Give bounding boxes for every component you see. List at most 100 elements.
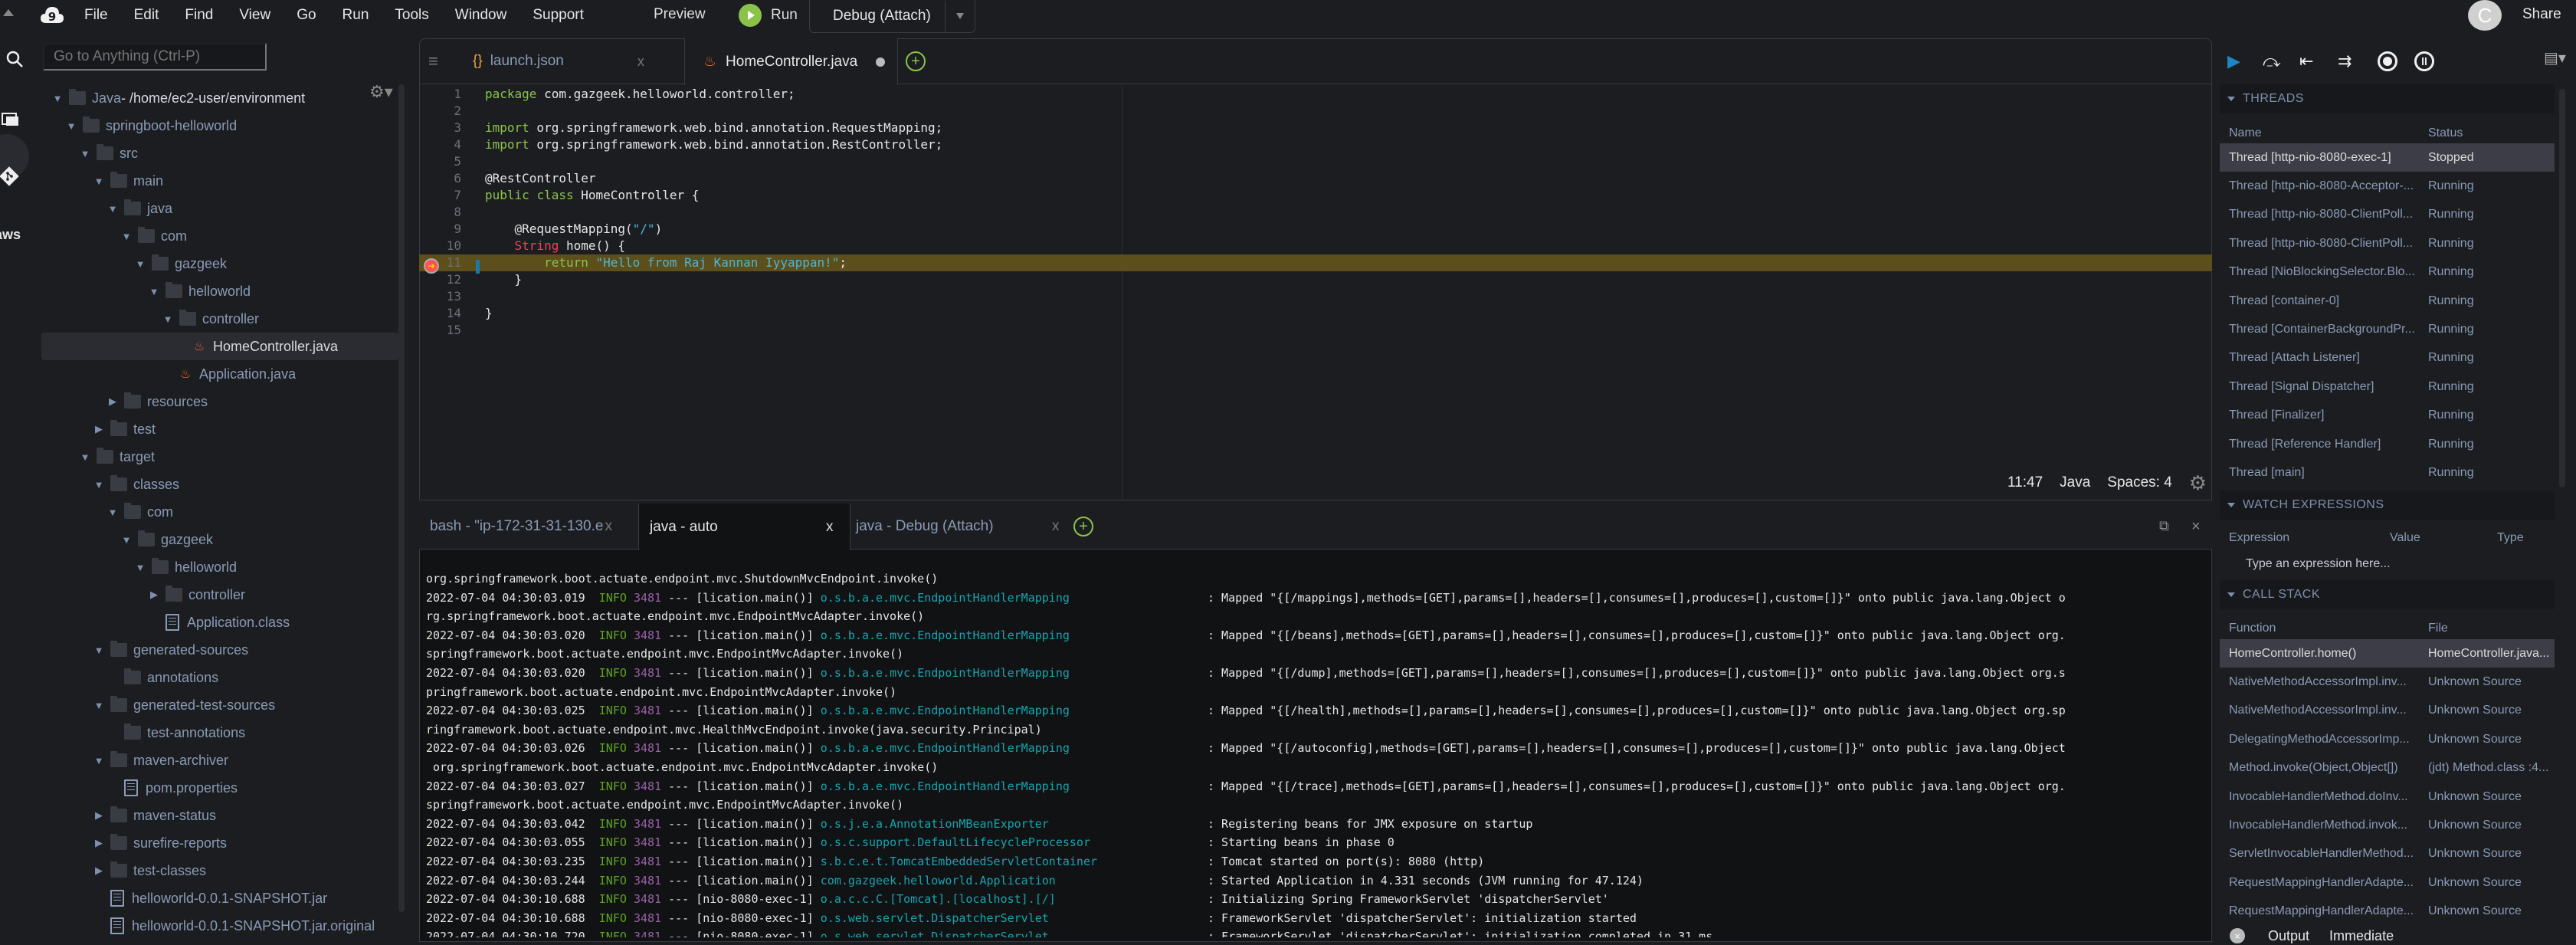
preview-button[interactable]: Preview — [654, 6, 706, 23]
goto-anything-input[interactable] — [43, 43, 267, 71]
tree-item[interactable]: ▼ gazgeek — [41, 250, 398, 277]
code-line[interactable]: 8 — [419, 204, 2212, 221]
tab-launch-json[interactable]: {} launch.json x — [473, 38, 703, 84]
line-number[interactable]: 12 — [419, 271, 461, 288]
tab-homecontroller-java[interactable]: ♨ HomeController.java — [684, 38, 898, 85]
code-line[interactable]: 12 } — [419, 271, 2212, 288]
new-tab-button[interactable]: + — [896, 38, 926, 84]
tree-item[interactable]: ▼ helloworld — [41, 277, 398, 305]
maximize-panel-icon[interactable]: ⧉ — [2159, 518, 2169, 534]
folder-icon[interactable] — [0, 103, 26, 134]
chevron-right-icon[interactable]: ▶ — [92, 423, 106, 435]
line-number[interactable]: 2 — [419, 103, 461, 120]
pause-icon[interactable]: ll — [2414, 51, 2434, 71]
chevron-right-icon[interactable]: ▶ — [92, 865, 106, 877]
chevron-right-icon[interactable]: ▶ — [147, 589, 161, 601]
code-line[interactable]: 2 — [419, 103, 2212, 120]
tree-item[interactable]: annotations — [41, 664, 398, 691]
column-header[interactable]: Function — [2229, 622, 2424, 635]
callstack-frame[interactable]: DelegatingMethodAccessorImp... Unknown So… — [2220, 725, 2555, 753]
callstack-frame[interactable]: RequestMappingHandlerAdapte... Unknown So… — [2220, 868, 2555, 897]
tree-item[interactable]: ▼ generated-test-sources — [41, 691, 398, 719]
tree-item[interactable]: ▶ test — [41, 415, 398, 443]
chevron-down-icon[interactable]: ▼ — [92, 755, 106, 766]
tab-menu-icon[interactable]: ≡ — [428, 38, 438, 84]
run-button[interactable]: Run — [739, 2, 798, 29]
menu-support[interactable]: Support — [533, 7, 584, 24]
close-tab-icon[interactable]: x — [637, 54, 644, 70]
line-number[interactable]: 5 — [419, 153, 461, 170]
tab-java-debug-attach[interactable]: java - Debug (Attach) x — [856, 504, 1086, 550]
git-icon[interactable] — [0, 161, 25, 192]
callstack-frame[interactable]: InvocableHandlerMethod.doInv... Unknown S… — [2220, 783, 2555, 811]
chevron-down-icon[interactable]: ▼ — [133, 258, 147, 270]
tree-item[interactable]: ▶ test-classes — [41, 857, 398, 884]
thread-row[interactable]: Thread [Signal Dispatcher] Running — [2220, 372, 2555, 401]
tree-item[interactable]: ▼ java — [41, 195, 398, 222]
line-number[interactable]: 8 — [419, 204, 461, 221]
tree-item[interactable]: ▼ main — [41, 167, 398, 195]
chevron-down-icon[interactable]: ▼ — [161, 313, 175, 325]
terminal-output[interactable]: org.springframework.boot.actuate.endpoin… — [426, 569, 2204, 937]
tree-item[interactable]: helloworld-0.0.1-SNAPSHOT.jar.original — [41, 912, 398, 940]
tab-bash[interactable]: bash - "ip-172-31-31-130.e x — [430, 504, 637, 550]
menu-tools[interactable]: Tools — [395, 7, 428, 24]
threads-section-header[interactable]: THREADS — [2220, 84, 2555, 113]
line-number[interactable]: 7 — [419, 187, 461, 204]
code-line[interactable]: 14} — [419, 305, 2212, 322]
collapse-menubar-icon[interactable] — [3, 9, 14, 16]
chevron-down-icon[interactable]: ▼ — [92, 176, 106, 187]
line-number[interactable]: 15 — [419, 322, 461, 339]
menu-find[interactable]: Find — [185, 7, 213, 24]
chevron-right-icon[interactable]: ▶ — [92, 837, 106, 849]
tab-output[interactable]: Output — [2268, 928, 2309, 944]
new-terminal-button[interactable]: + — [1073, 504, 1093, 550]
tree-item[interactable]: ▼ com — [41, 222, 398, 250]
tree-item[interactable]: ▼ generated-sources — [41, 636, 398, 664]
breakpoints-toggle-icon[interactable] — [2378, 51, 2397, 71]
menu-run[interactable]: Run — [342, 7, 369, 24]
chevron-down-icon[interactable]: ▼ — [147, 286, 161, 297]
resume-icon[interactable]: ▶ — [2227, 51, 2240, 71]
chevron-down-icon[interactable]: ▼ — [92, 645, 106, 656]
line-number[interactable]: 13 — [419, 288, 461, 305]
close-tab-icon[interactable]: x — [826, 519, 834, 536]
tree-item[interactable]: ▼ gazgeek — [41, 526, 398, 553]
tree-item[interactable]: helloworld-0.0.1-SNAPSHOT.jar — [41, 884, 398, 912]
language-mode[interactable]: Java — [2060, 474, 2090, 491]
step-over-icon[interactable]: ⤼ — [2263, 51, 2281, 71]
avatar[interactable]: C — [2468, 0, 2502, 31]
chevron-down-icon[interactable]: ▼ — [133, 562, 147, 573]
code-line[interactable]: 5 — [419, 153, 2212, 170]
close-console-icon[interactable]: × — [2230, 928, 2245, 943]
code-line[interactable]: 4 import org.springframework.web.bind.ann… — [419, 136, 2212, 153]
code-line[interactable]: 3 import org.springframework.web.bind.ann… — [419, 120, 2212, 136]
code-line[interactable]: 13 — [419, 288, 2212, 305]
tree-item[interactable]: ▶ resources — [41, 388, 398, 415]
line-number[interactable]: 3 — [419, 120, 461, 136]
callstack-section-header[interactable]: CALL STACK — [2220, 580, 2555, 609]
column-header[interactable]: Value — [2390, 531, 2420, 545]
thread-row[interactable]: Thread [container-0] Running — [2220, 287, 2555, 315]
thread-row[interactable]: Thread [ContainerBackgroundPr... Running — [2220, 315, 2555, 343]
callstack-frame[interactable]: RequestMappingHandlerAdapte... Unknown So… — [2220, 897, 2555, 926]
tree-item[interactable]: ▶ maven-status — [41, 802, 398, 829]
line-number[interactable]: 14 — [419, 305, 461, 322]
close-panel-icon[interactable]: × — [2191, 518, 2201, 536]
menu-window[interactable]: Window — [455, 7, 507, 24]
chevron-right-icon[interactable]: ▶ — [92, 809, 106, 822]
callstack-frame[interactable]: Method.invoke(Object,Object[]) (jdt) Meth… — [2220, 754, 2555, 783]
chevron-down-icon[interactable]: ▼ — [51, 93, 64, 104]
callstack-frame[interactable]: NativeMethodAccessorImpl.inv... Unknown S… — [2220, 668, 2555, 696]
chevron-down-icon[interactable]: ▼ — [106, 507, 120, 518]
chevron-down-icon[interactable] — [945, 0, 975, 31]
callstack-frame[interactable]: ServletInvocableHandlerMethod... Unknown … — [2220, 840, 2555, 868]
tree-item[interactable]: Application.class — [41, 609, 398, 636]
file-tree-scrollbar[interactable] — [398, 84, 405, 912]
tree-item[interactable]: ▼ maven-archiver — [41, 746, 398, 774]
code-editor[interactable]: 1 package com.gazgeek.helloworld.controll… — [419, 86, 2212, 469]
code-line[interactable]: 9 @RequestMapping("/") — [419, 221, 2212, 238]
tree-item[interactable]: pom.properties — [41, 774, 398, 802]
share-button[interactable]: Share — [2522, 6, 2561, 23]
menu-go[interactable]: Go — [297, 7, 316, 24]
